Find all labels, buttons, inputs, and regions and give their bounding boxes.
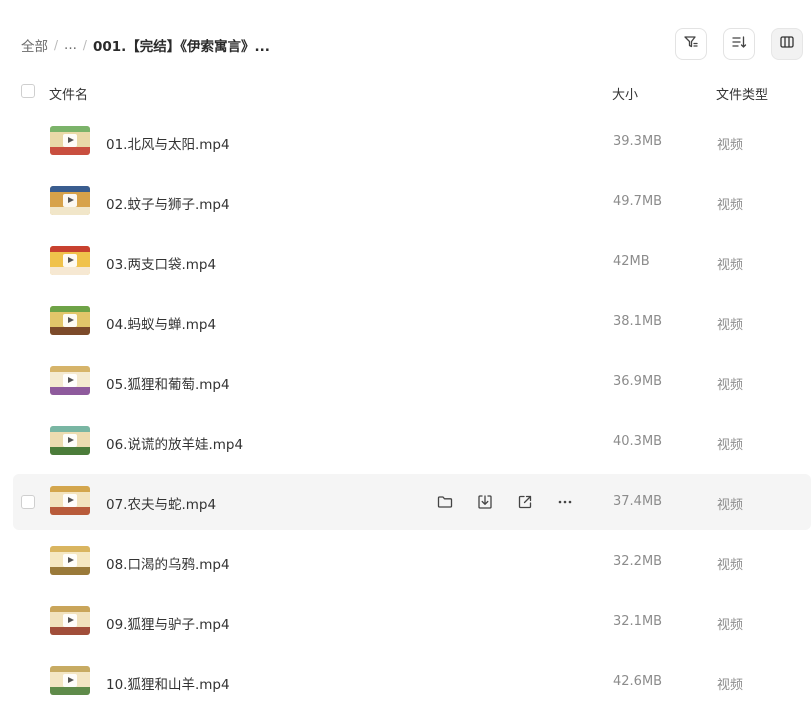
video-thumbnail[interactable] — [50, 366, 90, 395]
play-icon — [63, 374, 77, 387]
columns-view-icon — [779, 34, 795, 54]
file-type: 视频 — [717, 678, 744, 693]
table-row[interactable]: 06.说谎的放羊娃.mp4 40.3MB 视频 — [13, 414, 811, 470]
breadcrumb-separator: / — [54, 38, 59, 52]
more-button[interactable] — [555, 492, 575, 512]
file-size: 39.3MB — [613, 134, 663, 149]
play-icon — [63, 494, 77, 507]
file-name[interactable]: 08.口渴的乌鸦.mp4 — [106, 553, 230, 573]
file-name[interactable]: 03.两支口袋.mp4 — [106, 253, 216, 273]
breadcrumb-root[interactable]: 全部 — [21, 35, 48, 55]
filter-button[interactable] — [675, 28, 707, 60]
file-name[interactable]: 09.狐狸与驴子.mp4 — [106, 613, 230, 633]
video-thumbnail[interactable] — [50, 606, 90, 635]
file-size: 32.2MB — [613, 554, 663, 569]
table-row[interactable]: 07.农夫与蛇.mp4 37.4MB 视频 — [13, 474, 811, 530]
video-thumbnail[interactable] — [50, 306, 90, 335]
file-type: 视频 — [717, 438, 744, 453]
video-thumbnail[interactable] — [50, 426, 90, 455]
file-size: 38.1MB — [613, 314, 663, 329]
play-icon — [63, 254, 77, 267]
column-header-type[interactable]: 文件类型 — [716, 84, 768, 103]
file-size: 37.4MB — [613, 494, 663, 509]
table-row[interactable]: 09.狐狸与驴子.mp4 32.1MB 视频 — [13, 594, 811, 650]
play-icon — [63, 134, 77, 147]
row-checkbox[interactable] — [21, 495, 35, 509]
sort-icon — [731, 34, 747, 54]
video-thumbnail[interactable] — [50, 666, 90, 695]
download-icon — [476, 493, 494, 511]
file-type: 视频 — [717, 378, 744, 393]
play-icon — [63, 194, 77, 207]
file-size: 32.1MB — [613, 614, 663, 629]
table-row[interactable]: 04.蚂蚁与蝉.mp4 38.1MB 视频 — [13, 294, 811, 350]
sort-button[interactable] — [723, 28, 755, 60]
breadcrumb-separator: / — [82, 38, 87, 52]
file-name[interactable]: 05.狐狸和葡萄.mp4 — [106, 373, 230, 393]
file-name[interactable]: 02.蚊子与狮子.mp4 — [106, 193, 230, 213]
download-button[interactable] — [475, 492, 495, 512]
select-all-checkbox[interactable] — [21, 84, 35, 98]
play-icon — [63, 434, 77, 447]
video-thumbnail[interactable] — [50, 486, 90, 515]
column-header-name[interactable]: 文件名 — [49, 84, 88, 103]
video-thumbnail[interactable] — [50, 546, 90, 575]
play-icon — [63, 614, 77, 627]
breadcrumb-current: 001.【完结】《伊索寓言》... — [92, 39, 270, 55]
play-icon — [63, 314, 77, 327]
table-row[interactable]: 08.口渴的乌鸦.mp4 32.2MB 视频 — [13, 534, 811, 590]
file-type: 视频 — [717, 558, 744, 573]
top-bar: 全部 / ... / 001.【完结】《伊索寓言》... — [0, 0, 811, 88]
breadcrumb-ellipsis[interactable]: ... — [64, 37, 77, 53]
table-row[interactable]: 01.北风与太阳.mp4 39.3MB 视频 — [13, 114, 811, 170]
column-header-size[interactable]: 大小 — [612, 84, 638, 103]
file-name[interactable]: 07.农夫与蛇.mp4 — [106, 493, 216, 513]
table-row[interactable]: 03.两支口袋.mp4 42MB 视频 — [13, 234, 811, 290]
more-icon — [556, 493, 574, 511]
file-size: 40.3MB — [613, 434, 663, 449]
table-row[interactable]: 10.狐狸和山羊.mp4 42.6MB 视频 — [13, 654, 811, 710]
file-type: 视频 — [717, 138, 744, 153]
play-icon — [63, 674, 77, 687]
file-size: 49.7MB — [613, 194, 663, 209]
breadcrumb: 全部 / ... / 001.【完结】《伊索寓言》... — [21, 35, 270, 55]
video-thumbnail[interactable] — [50, 186, 90, 215]
file-name[interactable]: 04.蚂蚁与蝉.mp4 — [106, 313, 216, 333]
share-icon — [516, 493, 534, 511]
play-icon — [63, 554, 77, 567]
file-type: 视频 — [717, 498, 744, 513]
share-button[interactable] — [515, 492, 535, 512]
file-size: 42MB — [613, 254, 650, 269]
video-thumbnail[interactable] — [50, 126, 90, 155]
row-actions — [435, 492, 575, 512]
file-type: 视频 — [717, 258, 744, 273]
filter-icon — [683, 34, 699, 54]
file-type: 视频 — [717, 318, 744, 333]
table-row[interactable]: 05.狐狸和葡萄.mp4 36.9MB 视频 — [13, 354, 811, 410]
file-size: 42.6MB — [613, 674, 663, 689]
file-type: 视频 — [717, 198, 744, 213]
file-size: 36.9MB — [613, 374, 663, 389]
file-type: 视频 — [717, 618, 744, 633]
file-name[interactable]: 10.狐狸和山羊.mp4 — [106, 673, 230, 693]
file-name[interactable]: 01.北风与太阳.mp4 — [106, 133, 230, 153]
table-row[interactable]: 02.蚊子与狮子.mp4 49.7MB 视频 — [13, 174, 811, 230]
view-toggle-button[interactable] — [771, 28, 803, 60]
video-thumbnail[interactable] — [50, 246, 90, 275]
table-header: 文件名 大小 文件类型 — [0, 76, 811, 108]
file-name[interactable]: 06.说谎的放羊娃.mp4 — [106, 433, 243, 453]
open-folder-button[interactable] — [435, 492, 455, 512]
folder-icon — [436, 493, 454, 511]
